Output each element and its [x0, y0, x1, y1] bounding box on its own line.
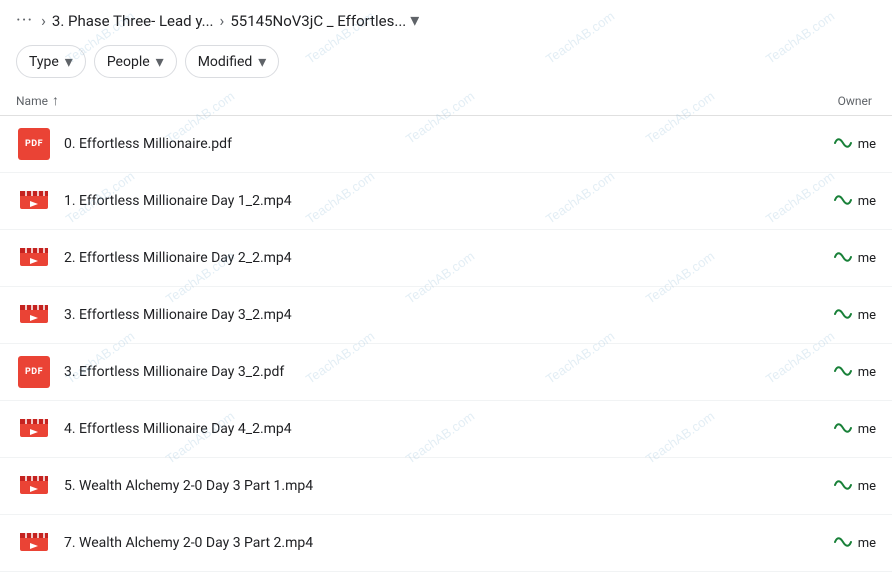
video-icon — [18, 297, 50, 334]
owner-label: me — [858, 194, 876, 209]
file-name: 3. Effortless Millionaire Day 3_2.mp4 — [64, 307, 796, 323]
sync-icon — [834, 249, 852, 268]
people-filter-button[interactable]: People ▾ — [94, 45, 177, 78]
video-icon — [18, 468, 50, 505]
table-row[interactable]: 1. Effortless Millionaire Day 1_2.mp4 me — [0, 173, 892, 230]
owner-label: me — [858, 422, 876, 437]
video-file-icon — [16, 297, 52, 333]
file-owner-area: me — [796, 363, 876, 382]
pdf-file-icon: PDF — [16, 354, 52, 390]
file-name: 3. Effortless Millionaire Day 3_2.pdf — [64, 364, 796, 380]
owner-label: me — [858, 308, 876, 323]
video-file-icon — [16, 525, 52, 561]
sync-icon — [834, 306, 852, 325]
owner-label: me — [858, 365, 876, 380]
sync-icon — [834, 420, 852, 439]
breadcrumb-dots: ··· — [16, 10, 33, 31]
sync-icon — [834, 192, 852, 211]
file-name: 0. Effortless Millionaire.pdf — [64, 136, 796, 152]
pdf-icon: PDF — [18, 128, 50, 160]
owner-label: me — [858, 479, 876, 494]
filter-bar: Type ▾ People ▾ Modified ▾ — [0, 37, 892, 86]
table-row[interactable]: PDF 0. Effortless Millionaire.pdf me — [0, 116, 892, 173]
table-header: Name ↑ Owner — [0, 86, 892, 116]
table-row[interactable]: 5. Wealth Alchemy 2-0 Day 3 Part 1.mp4 m… — [0, 458, 892, 515]
file-name: 5. Wealth Alchemy 2-0 Day 3 Part 1.mp4 — [64, 478, 796, 494]
video-file-icon — [16, 468, 52, 504]
table-row[interactable]: 7. Wealth Alchemy 2-0 Day 3 Part 2.mp4 m… — [0, 515, 892, 572]
file-name: 1. Effortless Millionaire Day 1_2.mp4 — [64, 193, 796, 209]
owner-label: me — [858, 251, 876, 266]
people-filter-label: People — [107, 54, 150, 70]
pdf-icon: PDF — [18, 356, 50, 388]
sync-icon — [834, 534, 852, 553]
file-owner-area: me — [796, 306, 876, 325]
file-owner-area: me — [796, 249, 876, 268]
file-name: 7. Wealth Alchemy 2-0 Day 3 Part 2.mp4 — [64, 535, 796, 551]
owner-label: me — [858, 536, 876, 551]
modified-filter-chevron-icon: ▾ — [258, 52, 266, 71]
sync-icon — [834, 363, 852, 382]
video-icon — [18, 411, 50, 448]
pdf-file-icon: PDF — [16, 126, 52, 162]
file-list: PDF 0. Effortless Millionaire.pdf me 1. E… — [0, 116, 892, 572]
table-row[interactable]: 2. Effortless Millionaire Day 2_2.mp4 me — [0, 230, 892, 287]
file-owner-area: me — [796, 534, 876, 553]
owner-label: me — [858, 137, 876, 152]
type-filter-button[interactable]: Type ▾ — [16, 45, 86, 78]
video-icon — [18, 525, 50, 562]
modified-filter-label: Modified — [198, 54, 253, 70]
video-file-icon — [16, 240, 52, 276]
file-owner-area: me — [796, 192, 876, 211]
owner-column-header: Owner — [796, 94, 876, 108]
breadcrumb-item-1[interactable]: 3. Phase Three- Lead y... — [52, 12, 214, 30]
sync-icon — [834, 135, 852, 154]
video-icon — [18, 183, 50, 220]
modified-filter-button[interactable]: Modified ▾ — [185, 45, 280, 78]
table-row[interactable]: 4. Effortless Millionaire Day 4_2.mp4 me — [0, 401, 892, 458]
breadcrumb: ··· › 3. Phase Three- Lead y... › 55145N… — [0, 0, 892, 37]
breadcrumb-chevron-2: › — [220, 11, 225, 30]
file-owner-area: me — [796, 420, 876, 439]
type-filter-chevron-icon: ▾ — [65, 52, 73, 71]
people-filter-chevron-icon: ▾ — [156, 52, 164, 71]
sync-icon — [834, 477, 852, 496]
breadcrumb-chevron-1: › — [41, 11, 46, 30]
name-column-header[interactable]: Name ↑ — [16, 92, 796, 109]
name-column-label: Name — [16, 94, 48, 108]
sort-ascending-icon: ↑ — [52, 92, 59, 109]
file-owner-area: me — [796, 477, 876, 496]
video-icon — [18, 240, 50, 277]
video-file-icon — [16, 183, 52, 219]
video-file-icon — [16, 411, 52, 447]
file-owner-area: me — [796, 135, 876, 154]
file-name: 2. Effortless Millionaire Day 2_2.mp4 — [64, 250, 796, 266]
breadcrumb-dropdown-icon[interactable]: ▾ — [410, 10, 419, 31]
breadcrumb-item-2[interactable]: 55145NoV3jC _ Effortles... ▾ — [230, 10, 419, 31]
file-name: 4. Effortless Millionaire Day 4_2.mp4 — [64, 421, 796, 437]
table-row[interactable]: PDF 3. Effortless Millionaire Day 3_2.pdf… — [0, 344, 892, 401]
table-row[interactable]: 3. Effortless Millionaire Day 3_2.mp4 me — [0, 287, 892, 344]
type-filter-label: Type — [29, 54, 59, 70]
